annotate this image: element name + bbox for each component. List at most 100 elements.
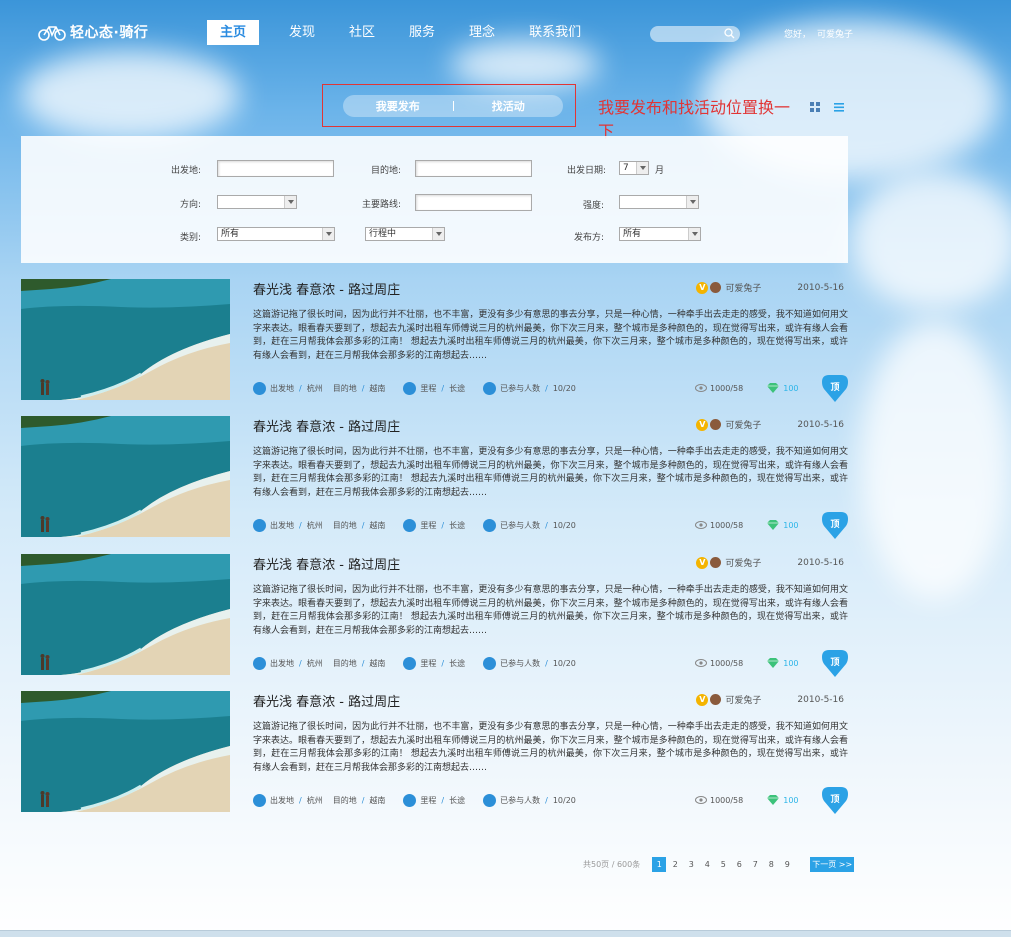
date-label: 出发日期: [566, 166, 606, 176]
like-count: 100 [783, 795, 799, 805]
page-4[interactable]: 4 [700, 857, 714, 872]
route-tag-label: 里程 [420, 521, 437, 530]
like-count: 100 [783, 520, 799, 530]
list-view-icon[interactable] [833, 101, 845, 113]
verified-icon: V [696, 693, 709, 706]
beach-image [21, 279, 230, 400]
nav-concept[interactable]: 理念 [459, 20, 505, 45]
publisher-select[interactable]: 所有 [619, 227, 701, 241]
page-6[interactable]: 6 [732, 857, 746, 872]
post-date: 2010-5-16 [797, 557, 844, 568]
page-8[interactable]: 8 [764, 857, 778, 872]
from-tag-label: 出发地 [270, 384, 294, 393]
upvote-button[interactable]: 顶 [822, 787, 848, 815]
post-author[interactable]: 可爱兔子 [725, 693, 761, 706]
post-card[interactable]: 春光浅 春意浓 - 路过周庄 V 可爱兔子 2010-5-16 这篇游记拖了很长… [21, 279, 848, 403]
main-nav: 主页 发现 社区 服务 理念 联系我们 [207, 20, 605, 45]
post-card[interactable]: 春光浅 春意浓 - 路过周庄 V 可爱兔子 2010-5-16 这篇游记拖了很长… [21, 416, 848, 540]
bicycle-icon [38, 26, 66, 41]
page-1[interactable]: 1 [652, 857, 667, 872]
upvote-label: 顶 [830, 383, 840, 393]
post-title[interactable]: 春光浅 春意浓 - 路过周庄 [253, 691, 400, 710]
page-7[interactable]: 7 [748, 857, 762, 872]
nav-contact[interactable]: 联系我们 [519, 20, 591, 45]
page-3[interactable]: 3 [684, 857, 698, 872]
verified-icon: V [696, 556, 709, 569]
post-card[interactable]: 春光浅 春意浓 - 路过周庄 V 可爱兔子 2010-5-16 这篇游记拖了很长… [21, 691, 848, 815]
view-count: 1000/58 [710, 383, 744, 393]
post-footer: 出发地 / 杭州 目的地 / 越南 里程 / 长途 已参与人数/ 10/20 [253, 657, 594, 670]
pagination: 共50页 / 600条 1 2 3 4 5 6 7 8 9 下一页 >> [583, 857, 855, 872]
page-2[interactable]: 2 [668, 857, 682, 872]
route-tag-label: 里程 [420, 796, 437, 805]
footer-divider [0, 930, 1011, 937]
user-greeting: 您好， 可爱兔子 [784, 27, 853, 40]
route-tag-value: 长途 [449, 384, 466, 393]
direction-select[interactable] [217, 195, 297, 209]
intensity-label: 强度: [582, 201, 604, 211]
page-5[interactable]: 5 [716, 857, 730, 872]
site-logo[interactable]: 轻心态·骑行 [38, 22, 148, 42]
people-icon [483, 657, 497, 670]
post-stats: 1000/58 100 [695, 519, 799, 531]
post-author[interactable]: 可爱兔子 [725, 556, 761, 569]
post-thumbnail[interactable] [21, 554, 230, 675]
view-count: 1000/58 [710, 520, 744, 530]
nav-service[interactable]: 服务 [399, 20, 445, 45]
page-9[interactable]: 9 [780, 857, 794, 872]
post-thumbnail[interactable] [21, 416, 230, 537]
status-select[interactable]: 行程中 [365, 227, 445, 241]
post-title[interactable]: 春光浅 春意浓 - 路过周庄 [253, 416, 400, 435]
avatar[interactable] [710, 694, 722, 705]
post-title[interactable]: 春光浅 春意浓 - 路过周庄 [253, 554, 400, 573]
month-unit: 月 [655, 166, 665, 176]
gem-icon [767, 383, 780, 393]
from-tag-label: 出发地 [270, 659, 294, 668]
find-activity-tab[interactable]: 找活动 [454, 98, 564, 114]
upvote-button[interactable]: 顶 [822, 650, 848, 678]
grid-view-icon[interactable] [810, 102, 820, 112]
post-date: 2010-5-16 [797, 282, 844, 293]
avatar[interactable] [710, 282, 722, 293]
post-title[interactable]: 春光浅 春意浓 - 路过周庄 [253, 279, 400, 298]
post-thumbnail[interactable] [21, 691, 230, 812]
route-label: 主要路线: [361, 200, 401, 210]
post-card[interactable]: 春光浅 春意浓 - 路过周庄 V 可爱兔子 2010-5-16 这篇游记拖了很长… [21, 554, 848, 678]
post-author[interactable]: 可爱兔子 [725, 418, 761, 431]
people-icon [483, 382, 497, 395]
username-link[interactable]: 可爱兔子 [817, 30, 853, 40]
publisher-label: 发布方: [573, 233, 604, 243]
paper-plane-icon [253, 657, 266, 670]
search-input[interactable] [650, 26, 720, 43]
beach-image [21, 416, 230, 537]
post-thumbnail[interactable] [21, 279, 230, 400]
eye-icon [695, 521, 707, 529]
route-icon [403, 657, 417, 670]
avatar[interactable] [710, 419, 722, 430]
intensity-select[interactable] [619, 195, 699, 209]
post-author[interactable]: 可爱兔子 [725, 281, 761, 294]
like-count: 100 [783, 383, 799, 393]
route-input[interactable] [415, 194, 532, 211]
toggle-highlight-box: 我要发布 找活动 [322, 84, 576, 127]
month-select[interactable]: 7 [619, 161, 649, 175]
nav-discover[interactable]: 发现 [279, 20, 325, 45]
upvote-button[interactable]: 顶 [822, 512, 848, 540]
from-tag-value: 杭州 [306, 796, 323, 805]
post-date: 2010-5-16 [797, 419, 844, 430]
avatar[interactable] [710, 557, 722, 568]
search-icon[interactable] [724, 28, 735, 39]
from-input[interactable] [217, 160, 334, 177]
next-page-button[interactable]: 下一页 >> [810, 857, 855, 872]
upvote-label: 顶 [830, 795, 840, 805]
dest-input[interactable] [415, 160, 532, 177]
upvote-button[interactable]: 顶 [822, 375, 848, 403]
post-date: 2010-5-16 [797, 694, 844, 705]
search-box [650, 26, 740, 43]
nav-home[interactable]: 主页 [207, 20, 259, 45]
gem-icon [767, 795, 780, 805]
category-select[interactable]: 所有 [217, 227, 335, 241]
nav-community[interactable]: 社区 [339, 20, 385, 45]
publish-tab[interactable]: 我要发布 [343, 98, 453, 114]
route-tag-value: 长途 [449, 521, 466, 530]
